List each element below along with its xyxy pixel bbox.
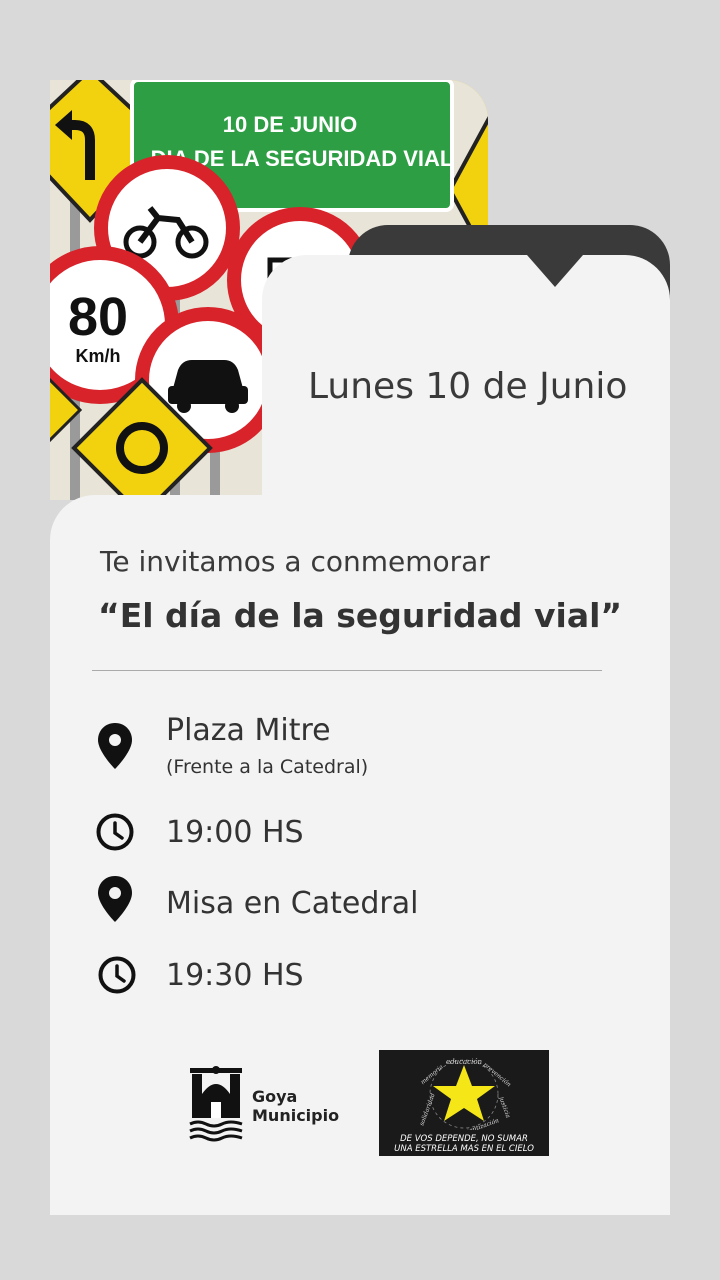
location-pin-icon bbox=[98, 876, 132, 928]
location-note: (Frente a la Catedral) bbox=[166, 756, 369, 778]
ring-word-right: justicia bbox=[497, 1094, 512, 1119]
time-2: 19:30 HS bbox=[166, 958, 304, 993]
dark-notch bbox=[527, 255, 583, 287]
star-caption-line-1: DE VOS DEPENDE, NO SUMAR bbox=[400, 1134, 528, 1144]
goya-municipio-logo-icon bbox=[188, 1064, 244, 1146]
goya-municipio-text: Goya Municipio bbox=[252, 1087, 339, 1125]
ring-word-top: educación bbox=[446, 1058, 483, 1066]
ring-word-right-top: prevención bbox=[482, 1061, 513, 1088]
star-campaign-logo: educación memoria prevención justicia so… bbox=[379, 1050, 549, 1156]
time-1: 19:00 HS bbox=[166, 815, 304, 850]
goya-line-2: Municipio bbox=[252, 1106, 340, 1125]
event-title: “El día de la seguridad vial” bbox=[98, 596, 623, 635]
star-icon: educación memoria prevención justicia so… bbox=[418, 1058, 513, 1140]
speed-unit: Km/h bbox=[76, 346, 121, 366]
event-date: Lunes 10 de Junio bbox=[308, 366, 628, 407]
invite-text: Te invitamos a conmemorar bbox=[100, 545, 490, 578]
sign-line-1: 10 DE JUNIO bbox=[223, 112, 358, 137]
mass-location: Misa en Catedral bbox=[166, 886, 419, 921]
divider bbox=[92, 670, 602, 671]
star-caption-line-2: UNA ESTRELLA MAS EN EL CIELO bbox=[394, 1144, 534, 1154]
speed-number: 80 bbox=[68, 287, 128, 347]
goya-line-1: Goya bbox=[252, 1087, 298, 1106]
location-pin-icon bbox=[98, 723, 132, 775]
clock-icon bbox=[98, 956, 136, 998]
location-name: Plaza Mitre bbox=[166, 713, 331, 748]
clock-icon bbox=[96, 813, 134, 855]
ring-word-left-top: memoria bbox=[419, 1063, 444, 1086]
ring-word-bottom: concientización bbox=[453, 1117, 500, 1130]
